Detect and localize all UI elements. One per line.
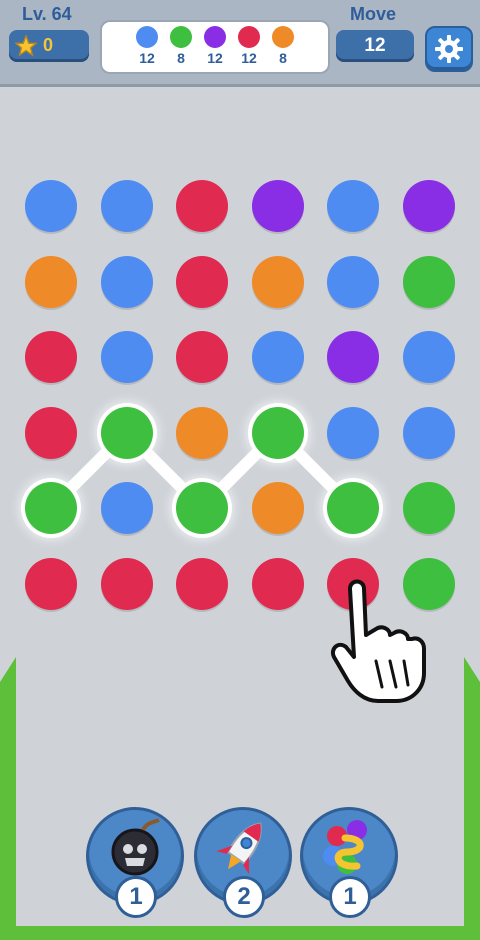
goal-dot xyxy=(170,26,192,48)
goal-red: 12 xyxy=(234,26,264,66)
booster-count: 1 xyxy=(329,876,371,918)
dot-red[interactable] xyxy=(100,557,153,610)
dot-blue[interactable] xyxy=(327,180,379,232)
bomb-icon xyxy=(111,818,160,876)
dot-green[interactable] xyxy=(25,482,77,534)
goal-count: 12 xyxy=(207,50,223,66)
goal-dot xyxy=(204,26,226,48)
dot-green[interactable] xyxy=(251,406,304,459)
dot-blue[interactable] xyxy=(327,406,379,459)
dot-red[interactable] xyxy=(251,557,304,610)
dot-blue[interactable] xyxy=(100,180,153,232)
goal-panel: 12 8 12 12 8 xyxy=(100,20,330,74)
rocket-booster-button[interactable]: 2 xyxy=(194,807,292,918)
goal-dot xyxy=(238,26,260,48)
dot-red[interactable] xyxy=(25,557,77,610)
dot-blue[interactable] xyxy=(100,331,153,383)
dot-green[interactable] xyxy=(176,482,228,534)
dot-red[interactable] xyxy=(176,255,228,308)
dot-green[interactable] xyxy=(327,482,379,534)
booster-count: 1 xyxy=(115,876,157,918)
dot-blue[interactable] xyxy=(100,255,153,308)
goal-orange: 8 xyxy=(268,26,298,66)
goal-dot xyxy=(272,26,294,48)
game-board: 1 2 1 xyxy=(0,87,480,940)
goal-count: 8 xyxy=(177,50,185,66)
dot-blue[interactable] xyxy=(251,331,304,383)
dot-red[interactable] xyxy=(176,180,228,232)
shuffle-booster-button[interactable]: 1 xyxy=(300,807,398,918)
bomb-booster-button[interactable]: 1 xyxy=(86,807,184,918)
top-hud: Lv. 64 0 12 8 12 12 8 Move 12 xyxy=(0,0,480,87)
rocket-icon xyxy=(216,822,262,875)
star-icon xyxy=(15,35,37,57)
goal-green: 8 xyxy=(166,26,196,66)
dot-orange[interactable] xyxy=(25,255,77,308)
dot-purple[interactable] xyxy=(402,180,455,232)
dot-orange[interactable] xyxy=(251,482,304,534)
level-label: Lv. 64 xyxy=(22,4,72,24)
goal-dot xyxy=(136,26,158,48)
gear-icon xyxy=(435,35,463,63)
goal-count: 8 xyxy=(279,50,287,66)
coin-counter: 0 xyxy=(9,30,89,62)
dot-blue[interactable] xyxy=(402,331,455,383)
pointer-hand-icon xyxy=(331,579,426,703)
dot-blue[interactable] xyxy=(100,482,153,534)
goal-count: 12 xyxy=(139,50,155,66)
settings-button[interactable] xyxy=(425,26,473,72)
dot-blue[interactable] xyxy=(327,255,379,308)
goal-count: 12 xyxy=(241,50,257,66)
dot-red[interactable] xyxy=(176,557,228,610)
dot-blue[interactable] xyxy=(25,180,77,232)
shuffle-icon xyxy=(323,820,367,874)
move-value: 12 xyxy=(364,35,386,56)
dot-red[interactable] xyxy=(25,406,77,459)
dot-green[interactable] xyxy=(402,255,455,308)
dot-purple[interactable] xyxy=(251,180,304,232)
goal-purple: 12 xyxy=(200,26,230,66)
dot-red[interactable] xyxy=(176,331,228,383)
move-counter: 12 xyxy=(336,30,414,62)
dot-purple[interactable] xyxy=(327,331,379,383)
coin-value: 0 xyxy=(43,35,54,55)
dot-orange[interactable] xyxy=(251,255,304,308)
dot-green[interactable] xyxy=(100,406,153,459)
booster-count: 2 xyxy=(223,876,265,918)
dot-blue[interactable] xyxy=(402,406,455,459)
goal-blue: 12 xyxy=(132,26,162,66)
move-label: Move xyxy=(350,4,397,24)
dot-red[interactable] xyxy=(25,331,77,383)
dot-green[interactable] xyxy=(402,482,455,534)
dot-orange[interactable] xyxy=(176,406,228,459)
